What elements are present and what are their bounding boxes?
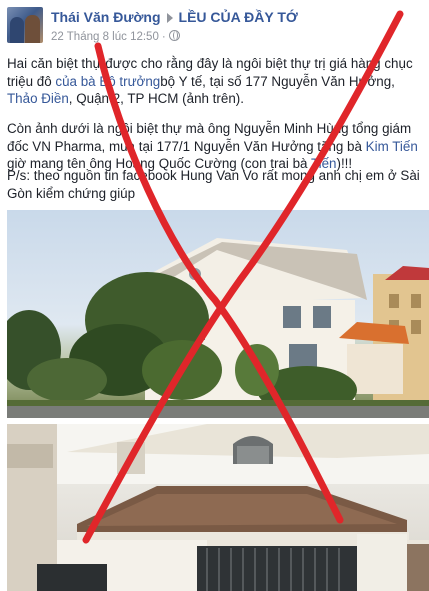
villa-photo-top[interactable]	[7, 210, 429, 418]
author-name-link[interactable]: Thái Văn Đường	[51, 9, 161, 25]
villa-photo-top-image	[7, 238, 429, 418]
author-avatar[interactable]	[7, 7, 43, 43]
post-paragraph-3: P/s: theo nguồn tin facebook Hung Van Vo…	[7, 168, 420, 201]
link-kim-tien[interactable]: Kim Tiến	[366, 139, 418, 154]
post-meta: 22 Tháng 8 lúc 12:50 ·	[51, 30, 180, 43]
post-paragraph-1: Hai căn biệt thự được cho rằng đây là ng…	[7, 56, 413, 106]
arrow-right-icon	[166, 12, 173, 23]
globe-icon[interactable]	[168, 30, 180, 41]
villa-photo-bottom-image	[7, 424, 429, 591]
link-thao-dien[interactable]: Thảo Điền	[7, 91, 69, 106]
villa-photo-bottom[interactable]	[7, 424, 429, 591]
link-bo-truong[interactable]: của bà Bộ trưởng	[55, 74, 160, 89]
facebook-post: Thái Văn Đường LỀU CỦA ĐẦY TỚ 22 Tháng 8 …	[0, 0, 429, 591]
group-name-link[interactable]: LỀU CỦA ĐẦY TỚ	[179, 9, 298, 25]
post-header: Thái Văn Đường LỀU CỦA ĐẦY TỚ	[51, 9, 298, 25]
post-timestamp[interactable]: 22 Tháng 8 lúc 12:50	[51, 31, 159, 43]
post-paragraph-2: Còn ảnh dưới là ngôi biệt thự mà ông Ngu…	[7, 121, 418, 171]
